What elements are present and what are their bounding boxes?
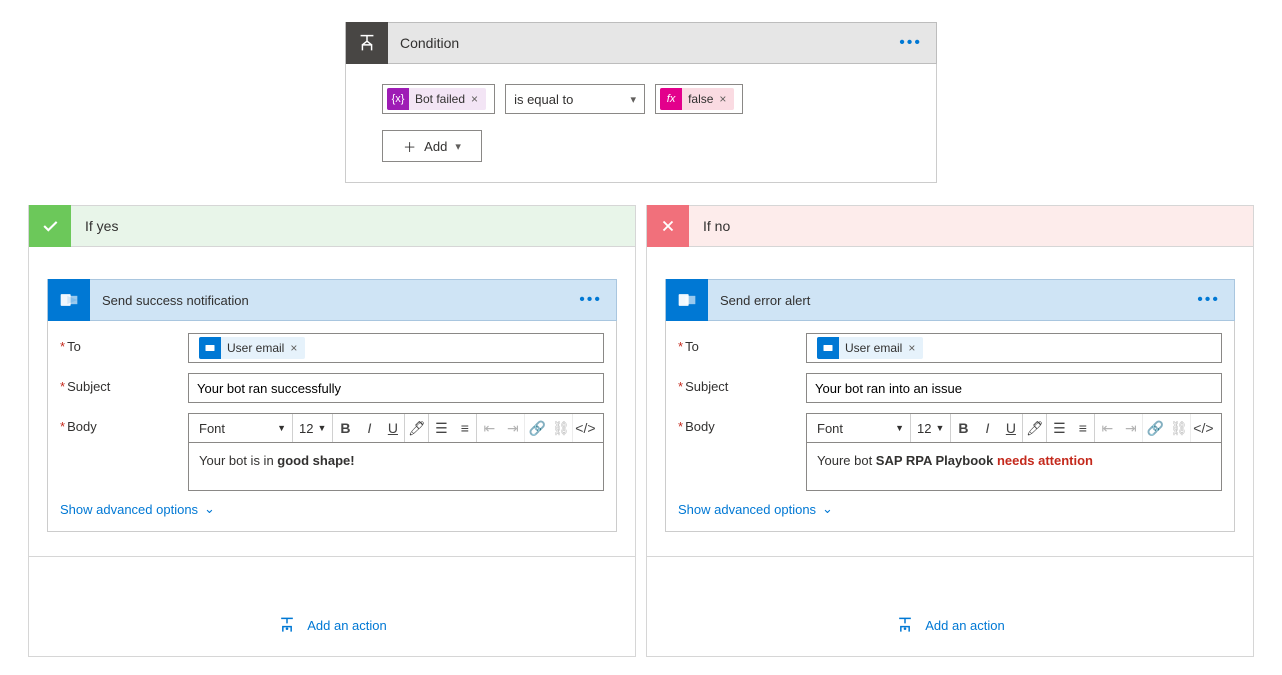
condition-body: {x} Bot failed × is equal to ▾ fx false …	[345, 64, 937, 183]
unlink-button[interactable]: ⛓	[1167, 414, 1191, 442]
fx-icon: fx	[660, 88, 682, 110]
to-field[interactable]: User email ×	[188, 333, 604, 363]
underline-button[interactable]: U	[381, 414, 405, 442]
outlook-icon	[48, 279, 90, 321]
expression-icon: {x}	[387, 88, 409, 110]
code-view-button[interactable]: </>	[1191, 414, 1215, 442]
action-more-menu[interactable]: •••	[1183, 291, 1234, 309]
indent-left-button[interactable]: ⇤	[1095, 414, 1119, 442]
success-action-card: Send success notification ••• *To User e…	[47, 279, 617, 532]
condition-left-operand[interactable]: {x} Bot failed ×	[382, 84, 495, 114]
no-branch: If no Send error alert ••• *To	[646, 205, 1254, 657]
show-advanced-toggle[interactable]: Show advanced options ⌄	[60, 501, 604, 517]
highlight-button[interactable]: 🖊	[405, 414, 429, 442]
error-action-header[interactable]: Send error alert •••	[665, 279, 1235, 321]
highlight-button[interactable]: 🖊	[1023, 414, 1047, 442]
condition-header[interactable]: Condition •••	[345, 22, 937, 64]
font-size-dropdown[interactable]: 12▼	[293, 414, 333, 442]
editor-toolbar: Font▼ 12▼ B I U 🖊 ☰ ≡ ⇤ ⇥ 🔗	[188, 413, 604, 443]
bot-failed-token[interactable]: {x} Bot failed ×	[387, 88, 486, 110]
email-dynamic-icon	[817, 337, 839, 359]
editor-toolbar: Font▼ 12▼ B I U 🖊 ☰ ≡ ⇤ ⇥ 🔗	[806, 413, 1222, 443]
add-condition-button[interactable]: ＋ Add ▾	[382, 130, 482, 162]
if-no-header[interactable]: If no	[646, 205, 1254, 247]
bullet-list-button[interactable]: ☰	[1047, 414, 1071, 442]
code-view-button[interactable]: </>	[573, 414, 597, 442]
indent-right-button[interactable]: ⇥	[501, 414, 525, 442]
error-action-card: Send error alert ••• *To User email ×	[665, 279, 1235, 532]
link-button[interactable]: 🔗	[1143, 414, 1167, 442]
false-token[interactable]: fx false ×	[660, 88, 734, 110]
condition-right-operand[interactable]: fx false ×	[655, 84, 743, 114]
action-more-menu[interactable]: •••	[565, 291, 616, 309]
token-remove-icon[interactable]: ×	[288, 341, 299, 355]
outlook-icon	[666, 279, 708, 321]
number-list-button[interactable]: ≡	[453, 414, 477, 442]
font-dropdown[interactable]: Font▼	[811, 414, 911, 442]
subject-input[interactable]	[806, 373, 1222, 403]
subject-input[interactable]	[188, 373, 604, 403]
body-editor[interactable]: Your bot is in good shape!	[188, 443, 604, 491]
user-email-token[interactable]: User email ×	[817, 337, 923, 359]
token-remove-icon[interactable]: ×	[717, 92, 728, 106]
add-action-icon	[895, 615, 915, 635]
chevron-down-icon: ▾	[455, 140, 461, 153]
user-email-token[interactable]: User email ×	[199, 337, 305, 359]
italic-button[interactable]: I	[975, 414, 999, 442]
add-action-button[interactable]: Add an action	[277, 615, 387, 635]
bullet-list-button[interactable]: ☰	[429, 414, 453, 442]
branches-container: If yes Send success notification ••• *To	[0, 205, 1282, 657]
token-remove-icon[interactable]: ×	[469, 92, 480, 106]
yes-branch: If yes Send success notification ••• *To	[28, 205, 636, 657]
check-icon	[29, 205, 71, 247]
to-field[interactable]: User email ×	[806, 333, 1222, 363]
token-remove-icon[interactable]: ×	[906, 341, 917, 355]
chevron-down-icon: ⌄	[822, 501, 833, 517]
link-button[interactable]: 🔗	[525, 414, 549, 442]
number-list-button[interactable]: ≡	[1071, 414, 1095, 442]
add-action-button[interactable]: Add an action	[895, 615, 1005, 635]
indent-right-button[interactable]: ⇥	[1119, 414, 1143, 442]
close-icon	[647, 205, 689, 247]
bold-button[interactable]: B	[951, 414, 975, 442]
condition-icon	[346, 22, 388, 64]
add-action-icon	[277, 615, 297, 635]
indent-left-button[interactable]: ⇤	[477, 414, 501, 442]
bold-button[interactable]: B	[333, 414, 357, 442]
font-size-dropdown[interactable]: 12▼	[911, 414, 951, 442]
font-dropdown[interactable]: Font▼	[193, 414, 293, 442]
show-advanced-toggle[interactable]: Show advanced options ⌄	[678, 501, 1222, 517]
condition-title: Condition	[388, 35, 885, 51]
chevron-down-icon: ⌄	[204, 501, 215, 517]
underline-button[interactable]: U	[999, 414, 1023, 442]
plus-icon: ＋	[403, 137, 416, 156]
condition-card: Condition ••• {x} Bot failed × is equal …	[345, 22, 937, 183]
unlink-button[interactable]: ⛓	[549, 414, 573, 442]
email-dynamic-icon	[199, 337, 221, 359]
success-action-header[interactable]: Send success notification •••	[47, 279, 617, 321]
italic-button[interactable]: I	[357, 414, 381, 442]
if-yes-header[interactable]: If yes	[28, 205, 636, 247]
body-editor[interactable]: Youre bot SAP RPA Playbook needs attenti…	[806, 443, 1222, 491]
chevron-down-icon: ▾	[631, 93, 637, 106]
condition-more-menu[interactable]: •••	[885, 34, 936, 52]
operator-dropdown[interactable]: is equal to ▾	[505, 84, 645, 114]
